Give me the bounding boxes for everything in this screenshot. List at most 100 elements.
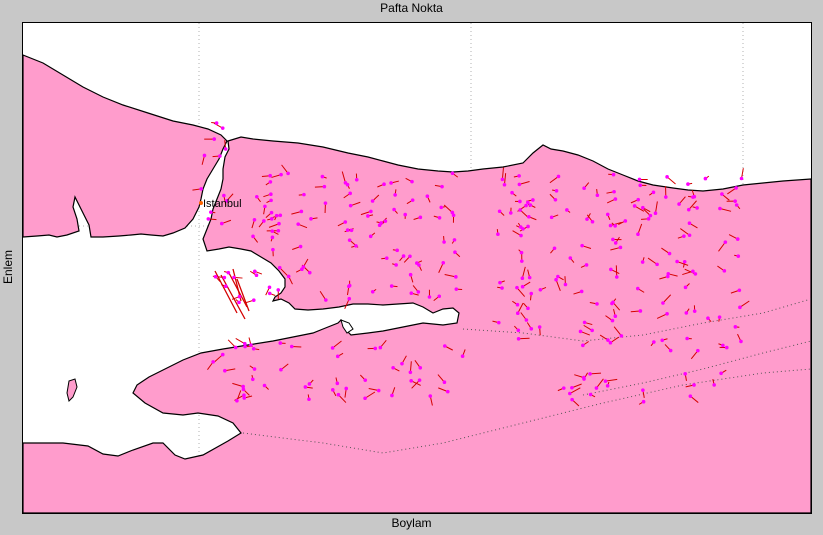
gps-station [590,219,595,224]
gps-station [527,275,532,280]
gps-station [527,214,531,219]
gps-station [395,248,399,253]
gps-station [309,217,313,221]
gps-station [454,275,458,279]
gps-station [392,207,396,212]
gps-station [723,240,728,244]
gps-station [209,210,213,214]
gps-station [299,209,304,214]
gps-station [417,378,422,383]
gps-station [202,153,207,158]
gps-station [526,306,530,311]
gps-station [268,173,272,178]
gps-station [427,295,432,299]
gps-station [724,345,729,350]
gps-station [252,217,257,222]
gps-station [734,203,739,207]
gps-station [276,228,281,233]
gps-station [524,203,528,208]
gps-station [268,180,273,184]
gps-station [613,197,618,201]
gps-station [335,381,340,386]
gps-station [735,237,740,241]
gps-station [270,235,275,240]
gps-station [211,360,215,364]
gps-station [608,340,613,345]
gps-station [638,309,643,313]
gps-station [452,238,457,242]
gps-station [252,269,257,274]
gps-station [251,234,255,239]
gps-station [685,336,689,341]
gps-station [276,288,281,292]
gps-station [214,121,219,125]
gps-station [502,182,507,187]
gps-station [220,352,225,357]
gps-station [307,382,312,386]
gps-station [254,273,259,278]
gps-station [666,274,670,279]
gps-station [249,343,253,347]
gps-station [737,288,742,293]
gps-station [251,346,256,351]
gps-station [252,367,257,371]
gps-station [348,191,352,196]
gps-station [279,367,283,372]
gps-station [223,147,228,151]
gps-station [646,217,651,221]
gps-station [218,154,222,158]
gps-station [594,386,599,390]
gps-station [568,256,573,260]
gps-station [614,275,619,279]
gps-station [223,368,227,373]
map-plot-area[interactable]: Istanbul [22,22,812,514]
gps-station [582,186,586,191]
gps-station [335,354,340,359]
gps-station [349,228,354,233]
istanbul-label: Istanbul [203,198,242,210]
gps-station [563,282,568,287]
gps-station [733,325,738,329]
gps-station [686,182,690,186]
gps-station [425,194,430,198]
gps-station [394,263,398,267]
gps-station [668,348,673,353]
gps-station [641,205,645,210]
gps-station [518,208,523,212]
gps-station [409,291,414,295]
gps-station [270,229,275,233]
gps-station [655,262,659,267]
gps-station [588,372,592,376]
gps-station [286,171,290,176]
gps-station [665,311,669,316]
gps-station [580,243,584,248]
gps-station [640,260,645,264]
x-axis-label: Boylam [391,516,432,530]
gps-station [641,399,646,404]
gps-station [286,274,291,279]
gps-station [718,206,722,211]
gps-station [235,398,239,403]
gps-station [278,341,283,345]
gps-station [220,126,225,130]
gps-station [648,213,653,218]
gps-station [343,181,348,185]
gps-station [206,217,211,221]
gps-station [344,386,349,391]
gps-station [552,246,557,251]
gps-station [518,199,522,204]
gps-station [578,329,583,334]
gps-station [570,385,574,390]
gps-station [389,284,394,288]
gps-station [733,199,737,203]
gps-station [738,305,742,310]
gps-station [379,221,383,225]
gps-station [267,291,272,296]
gps-station [393,193,397,197]
gps-station [263,204,267,209]
gps-station [222,193,226,198]
gps-station [623,219,628,223]
gps-station [734,186,738,190]
gps-station [410,179,414,184]
gps-station [440,184,444,189]
